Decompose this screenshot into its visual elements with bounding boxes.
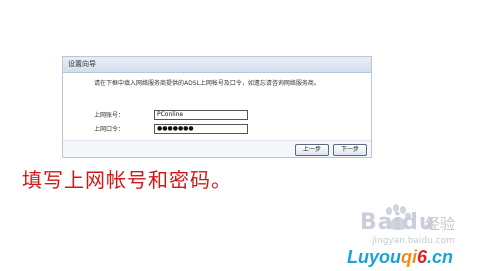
dialog-description: 请在下框中填入网络服务商提供的ADSL上网帐号及口令，如遗忘请咨询网络服务商。 bbox=[94, 80, 320, 87]
account-label: 上网账号： bbox=[94, 112, 125, 119]
luyouqi6-logo: Luyouqi6.cn bbox=[347, 245, 483, 269]
logo-part-3: 6 bbox=[417, 247, 428, 267]
password-label: 上网口令： bbox=[94, 126, 125, 133]
prev-button[interactable]: 上一步 bbox=[295, 144, 329, 156]
instruction-caption: 填写上网帐号和密码。 bbox=[22, 168, 232, 192]
setup-wizard-dialog: 设置向导 请在下框中填入网络服务商提供的ADSL上网帐号及口令，如遗忘请咨询网络… bbox=[62, 56, 372, 158]
jingyan-watermark-text: 经验 bbox=[425, 215, 456, 233]
password-row: 上网口令： bbox=[94, 123, 248, 134]
dialog-button-bar: 上一步 下一步 bbox=[63, 140, 371, 157]
logo-part-4: .cn bbox=[427, 247, 454, 267]
account-row: 上网账号： bbox=[94, 109, 248, 120]
next-button[interactable]: 下一步 bbox=[333, 144, 367, 156]
password-input[interactable] bbox=[154, 123, 248, 134]
dialog-title: 设置向导 bbox=[63, 57, 371, 73]
logo-part-1: Luyou bbox=[347, 247, 401, 267]
account-input[interactable] bbox=[154, 109, 248, 120]
logo-part-2: qi bbox=[401, 247, 417, 267]
